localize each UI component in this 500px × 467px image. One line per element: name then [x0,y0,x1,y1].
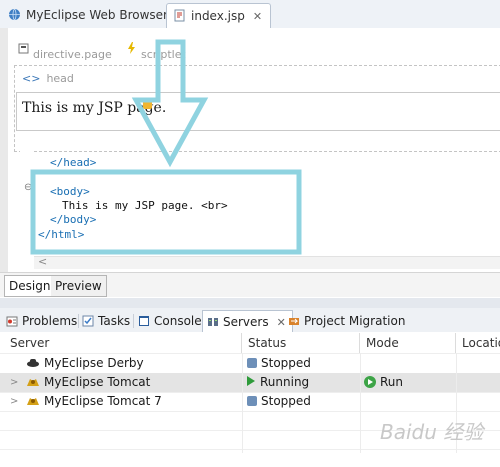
tab-design[interactable]: Design [4,275,56,297]
head-tag-icon: <> [22,72,41,85]
server-mode: Run [380,375,404,389]
source-gutter [20,150,32,250]
source-line-body-close: </body> [50,213,97,226]
table-row[interactable]: MyEclipse Derby Stopped [0,354,500,373]
editor-mode-tabs: Design Preview [0,272,500,297]
scroll-left-icon[interactable]: < [38,255,47,268]
row-divider [0,411,500,412]
migration-icon [289,318,299,325]
browser-globe-icon [9,8,20,21]
tomcat7-server-cell: MyEclipse Tomcat 7 [26,392,162,411]
table-row[interactable]: > MyEclipse Tomcat 7 Stopped [0,392,500,411]
server-name: MyEclipse Derby [44,356,144,370]
tab-web-browser[interactable]: MyEclipse Web Browser [2,3,176,27]
problems-icon [6,316,18,327]
tab-tasks-label: Tasks [98,314,131,328]
server-status-cell: Stopped [247,392,311,411]
editor-left-gutter [0,28,8,273]
design-palette: directive.page scriptlet [14,36,500,61]
tomcat-icon [27,379,39,386]
run-mode-icon [364,376,376,388]
server-mode-cell: Run [364,373,403,392]
tab-preview[interactable]: Preview [51,275,107,297]
server-status-cell: Stopped [247,354,311,373]
server-status: Running [260,375,310,389]
head-label-text: head [46,72,74,85]
scriptlet-icon [128,42,135,54]
close-icon[interactable]: ✕ [253,10,262,23]
source-line-html-close: </html> [38,228,85,241]
tab-problems[interactable]: Problems [6,310,77,332]
tab-divider [78,314,79,328]
horizontal-scrollbar[interactable]: < [34,255,500,269]
column-header-mode[interactable]: Mode [360,333,456,353]
column-header-server[interactable]: Server [4,333,242,353]
expand-icon[interactable]: > [10,373,18,392]
column-divider [242,353,243,453]
tab-index-jsp[interactable]: index.jsp ✕ [166,3,272,28]
source-line-head-close: </head> [50,156,97,169]
head-element-label: <> head [22,72,74,85]
column-header-status[interactable]: Status [242,333,360,353]
source-line-body-open: <body> [50,185,90,198]
scriptlet-item[interactable]: scriptlet [126,42,186,61]
jsp-file-icon [174,9,185,22]
server-status-cell: Running [247,373,309,392]
table-row[interactable]: > MyEclipse Tomcat Running Run [0,373,500,392]
row-divider [0,449,500,450]
tab-tasks[interactable]: Tasks [82,310,130,332]
tab-web-browser-label: MyEclipse Web Browser [26,8,168,22]
tab-project-migration[interactable]: Project Migration [288,310,405,332]
view-tab-strip: Problems Tasks Console Servers ✕ Project … [0,308,500,333]
derby-server-cell: MyEclipse Derby [26,354,144,373]
tab-servers-label: Servers [223,315,269,329]
tomcat-server-cell: MyEclipse Tomcat [26,373,150,392]
watermark-text: Baidu 经验 [380,420,484,444]
tasks-icon [82,315,94,327]
tab-console-label: Console [154,314,202,328]
source-line-body-text: This is my JSP page. <br> [62,199,228,212]
console-icon [139,316,149,326]
editor-tab-strip: MyEclipse Web Browser index.jsp ✕ [0,0,500,29]
tab-servers[interactable]: Servers ✕ [202,310,293,333]
server-name: MyEclipse Tomcat [44,375,151,389]
running-icon [247,376,255,386]
tab-index-jsp-label: index.jsp [191,9,245,23]
fold-toggle-icon[interactable]: ⊖ [24,182,32,193]
tomcat-icon [27,398,39,405]
scriptlet-label: scriptlet [141,48,186,61]
tab-project-migration-label: Project Migration [304,314,406,328]
tab-divider [133,314,134,328]
directive-page-label: directive.page [33,48,112,61]
tab-console[interactable]: Console [138,310,202,332]
directive-icon [18,43,29,54]
close-servers-icon[interactable]: ✕ [277,316,286,329]
derby-icon [27,359,39,367]
expand-icon[interactable]: > [10,392,18,411]
servers-icon [208,318,218,326]
stopped-icon [247,396,257,406]
directive-page-item[interactable]: directive.page [18,42,112,61]
server-name: MyEclipse Tomcat 7 [44,394,162,408]
column-header-location[interactable]: Location [456,333,500,353]
server-status: Stopped [261,356,311,370]
views-separator [0,298,500,308]
stopped-icon [247,358,257,368]
tab-problems-label: Problems [22,314,78,328]
scriptlet-marker-icon [143,100,152,109]
column-divider [360,353,361,453]
server-status: Stopped [261,394,311,408]
